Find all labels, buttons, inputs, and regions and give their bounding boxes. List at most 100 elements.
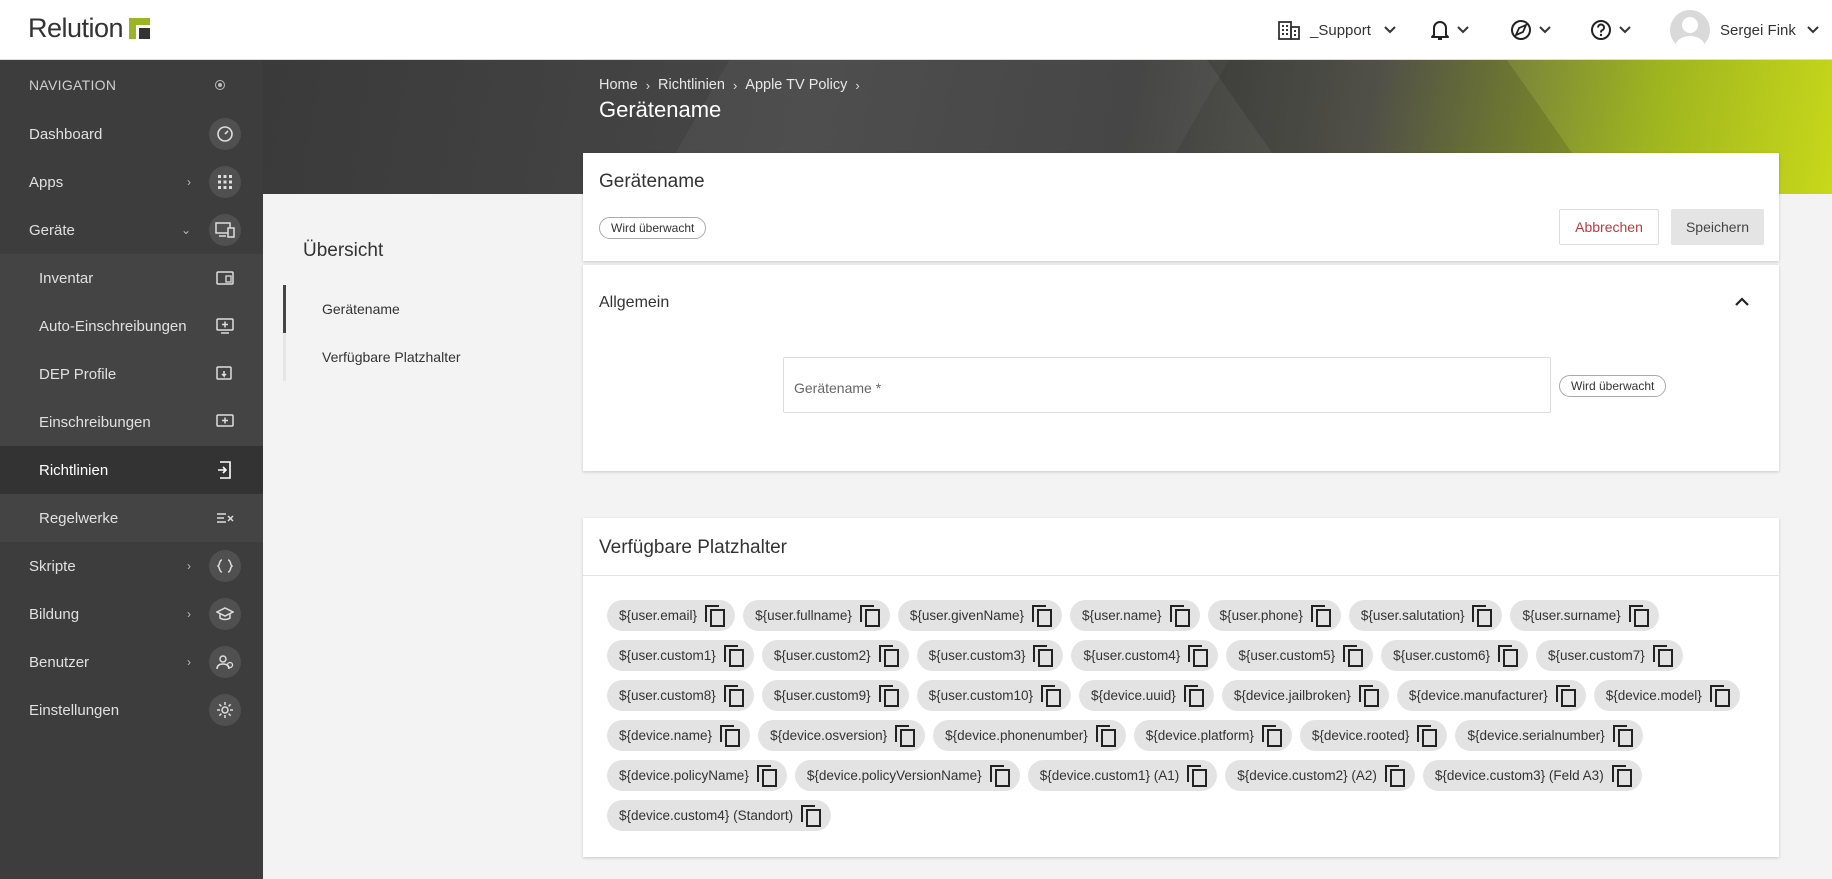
sidebar-item-dep-profile[interactable]: DEP Profile [0,350,263,398]
placeholder-chip[interactable]: ${device.policyName} [607,760,787,791]
placeholder-chip[interactable]: ${user.custom7} [1535,640,1683,671]
placeholder-chip[interactable]: ${device.jailbroken} [1221,680,1389,711]
placeholder-chip[interactable]: ${device.phonenumber} [933,720,1126,751]
copy-icon[interactable] [859,604,880,627]
copy-icon[interactable] [1358,684,1379,707]
copy-icon[interactable] [801,804,822,827]
copy-icon[interactable] [1310,604,1331,627]
placeholder-chip[interactable]: ${user.email} [607,600,736,631]
copy-icon[interactable] [1612,724,1633,747]
placeholder-chip[interactable]: ${device.name} [607,720,751,751]
copy-icon[interactable] [1040,684,1061,707]
breadcrumb-apple-tv-policy[interactable]: Apple TV Policy [745,77,847,93]
placeholder-chip[interactable]: ${user.name} [1069,600,1200,631]
placeholder-chip[interactable]: ${device.manufacturer} [1396,680,1586,711]
sidebar-item-geraete[interactable]: Geräte ⌄ [0,206,263,254]
placeholder-chip[interactable]: ${user.custom2} [761,640,909,671]
sidebar-item-dashboard[interactable]: Dashboard [0,110,263,158]
dep-profile-icon [209,358,241,390]
placeholder-chip[interactable]: ${device.rooted} [1299,720,1448,751]
copy-icon[interactable] [1033,644,1054,667]
cancel-button[interactable]: Abbrechen [1559,209,1659,245]
relution-logo[interactable]: Relution [28,13,151,44]
copy-icon[interactable] [1472,604,1493,627]
copy-icon[interactable] [705,604,726,627]
sidebar-item-benutzer[interactable]: Benutzer › [0,638,263,686]
copy-icon[interactable] [1555,684,1576,707]
sidebar-item-bildung[interactable]: Bildung › [0,590,263,638]
copy-icon[interactable] [723,644,744,667]
placeholder-chip[interactable]: ${user.custom10} [916,680,1071,711]
copy-icon[interactable] [1188,644,1209,667]
placeholder-chip[interactable]: ${user.phone} [1207,600,1341,631]
copy-icon[interactable] [1187,764,1208,787]
placeholder-chip[interactable]: ${device.platform} [1133,720,1292,751]
breadcrumb-richtlinien[interactable]: Richtlinien [658,77,725,93]
copy-icon[interactable] [878,684,899,707]
copy-icon[interactable] [723,684,744,707]
notifications-menu[interactable] [1430,0,1470,60]
copy-icon[interactable] [1183,684,1204,707]
activity-menu[interactable] [1510,0,1552,60]
sidebar: NAVIGATION Dashboard Apps › Geräte ⌄ Inv… [0,60,263,879]
copy-icon[interactable] [1343,644,1364,667]
sidebar-item-apps[interactable]: Apps › [0,158,263,206]
chevron-up-icon[interactable] [1734,297,1750,307]
placeholder-chip[interactable]: ${user.custom4} [1071,640,1219,671]
placeholder-chip[interactable]: ${device.osversion} [758,720,926,751]
placeholder-chip[interactable]: ${user.custom6} [1381,640,1528,671]
copy-icon[interactable] [878,644,899,667]
placeholder-chip[interactable]: ${user.salutation} [1348,600,1503,631]
placeholder-chip[interactable]: ${user.custom8} [607,680,754,711]
placeholder-chip[interactable]: ${device.uuid} [1078,680,1214,711]
placeholder-chip[interactable]: ${user.surname} [1510,600,1659,631]
placeholder-chip[interactable]: ${device.custom1} (A1) [1027,760,1218,791]
sidebar-item-regelwerke[interactable]: Regelwerke [0,494,263,542]
placeholder-chip[interactable]: ${user.givenName} [897,600,1062,631]
copy-icon[interactable] [1611,764,1632,787]
placeholder-chip[interactable]: ${device.custom3} (Feld A3) [1422,760,1642,791]
copy-icon[interactable] [1384,764,1405,787]
copy-icon[interactable] [1497,644,1518,667]
copy-icon[interactable] [895,724,916,747]
device-name-field[interactable]: Gerätename * [783,357,1551,413]
copy-icon[interactable] [1095,724,1116,747]
copy-icon[interactable] [756,764,777,787]
placeholder-chip[interactable]: ${device.custom4} (Standort) [607,800,832,831]
placeholder-chip[interactable]: ${device.policyVersionName} [794,760,1020,791]
placeholder-chip[interactable]: ${user.custom3} [916,640,1064,671]
copy-icon[interactable] [1709,684,1730,707]
nav-heading-label: NAVIGATION [29,77,117,93]
copy-icon[interactable] [1628,604,1649,627]
placeholder-chip[interactable]: ${user.fullname} [743,600,890,631]
copy-icon[interactable] [989,764,1010,787]
user-menu[interactable]: Sergei Fink [1670,0,1820,60]
pin-sidebar-icon[interactable] [215,80,225,90]
sidebar-item-inventar[interactable]: Inventar [0,254,263,302]
placeholder-chip[interactable]: ${user.custom5} [1226,640,1374,671]
overview-item-platzhalter[interactable]: Verfügbare Platzhalter [283,333,553,381]
copy-icon[interactable] [1261,724,1282,747]
org-switcher[interactable]: _Support [1278,0,1397,60]
save-button[interactable]: Speichern [1671,209,1764,245]
copy-icon[interactable] [720,724,741,747]
help-menu[interactable] [1590,0,1632,60]
sidebar-item-auto-einschreibungen[interactable]: Auto-Einschreibungen [0,302,263,350]
placeholder-chip[interactable]: ${user.custom1} [607,640,754,671]
copy-icon[interactable] [1169,604,1190,627]
field-monitored-badge[interactable]: Wird überwacht [1559,375,1667,397]
sidebar-item-einschreibungen[interactable]: Einschreibungen [0,398,263,446]
breadcrumb-home[interactable]: Home [599,77,638,93]
placeholder-chip-label: ${user.custom7} [1547,648,1645,663]
placeholder-chip[interactable]: ${device.serialnumber} [1455,720,1643,751]
copy-icon[interactable] [1652,644,1673,667]
sidebar-item-skripte[interactable]: Skripte › [0,542,263,590]
overview-item-geraetename[interactable]: Gerätename [283,285,553,333]
placeholder-chip[interactable]: ${device.model} [1593,680,1740,711]
copy-icon[interactable] [1417,724,1438,747]
sidebar-item-richtlinien[interactable]: Richtlinien [0,446,263,494]
copy-icon[interactable] [1031,604,1052,627]
placeholder-chip[interactable]: ${user.custom9} [761,680,909,711]
sidebar-item-einstellungen[interactable]: Einstellungen [0,686,263,734]
placeholder-chip[interactable]: ${device.custom2} (A2) [1225,760,1415,791]
